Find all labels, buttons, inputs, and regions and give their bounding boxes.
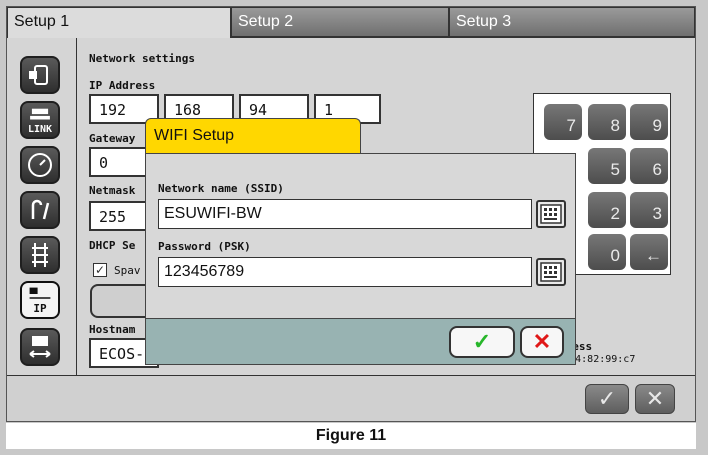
clock-icon xyxy=(28,153,52,177)
tab-setup-2[interactable]: Setup 2 xyxy=(231,7,449,37)
signal-icon xyxy=(31,199,50,220)
sidebar-item-signal[interactable] xyxy=(20,191,60,229)
sidebar-item-track[interactable] xyxy=(20,236,60,274)
keyboard-icon xyxy=(540,262,562,282)
gateway-octet-1[interactable]: 0 xyxy=(89,147,149,177)
keyboard-icon xyxy=(540,204,562,224)
dialog-footer: ✓ ✕ xyxy=(145,318,576,365)
keypad-key[interactable]: ← xyxy=(630,234,668,270)
track-icon xyxy=(32,243,48,267)
ip-label: IP xyxy=(33,301,47,315)
hostname-label: Hostnam xyxy=(89,323,136,336)
dialog-title: WIFI Setup xyxy=(145,118,361,154)
dhcp-checkbox[interactable]: ✓ xyxy=(93,263,107,277)
keypad-key[interactable]: 9 xyxy=(630,104,668,140)
ip-address-label: IP Address xyxy=(89,79,156,92)
psk-keyboard-button[interactable] xyxy=(536,258,566,286)
dialog-cancel-button[interactable]: ✕ xyxy=(520,326,564,358)
check-icon: ✓ xyxy=(597,386,617,411)
psk-input[interactable]: 123456789 xyxy=(158,257,532,287)
dhcp-checkbox-label: Spav xyxy=(114,264,141,277)
close-icon: ✕ xyxy=(645,386,665,411)
tab-setup-3[interactable]: Setup 3 xyxy=(449,7,695,37)
sidebar-item-clock[interactable] xyxy=(20,146,60,184)
bottom-bar: ✓ ✕ xyxy=(7,375,695,421)
sidebar-item-link[interactable]: LINK xyxy=(20,101,60,139)
link-label: LINK xyxy=(27,123,53,135)
ssid-input[interactable]: ESUWIFI-BW xyxy=(158,199,532,229)
sidebar: LINK IP xyxy=(7,38,77,375)
netmask-octet-1[interactable]: 255 xyxy=(89,201,149,231)
keypad-key[interactable]: 3 xyxy=(630,192,668,228)
keypad-key[interactable]: 8 xyxy=(588,104,626,140)
check-icon: ✓ xyxy=(472,329,492,354)
tab-label: Setup 2 xyxy=(238,13,294,30)
link-icon xyxy=(30,108,50,119)
close-icon: ✕ xyxy=(532,329,552,354)
keypad-key[interactable]: 6 xyxy=(630,148,668,184)
tab-setup-1[interactable]: Setup 1 xyxy=(7,7,231,38)
netmask-label: Netmask xyxy=(89,184,136,197)
gateway-label: Gateway xyxy=(89,132,136,145)
ssid-keyboard-button[interactable] xyxy=(536,200,566,228)
sidebar-item-transfer[interactable] xyxy=(20,328,60,366)
network-ip-icon xyxy=(29,287,51,299)
wifi-setup-dialog: WIFI Setup Network name (SSID) ESUWIFI-B… xyxy=(145,118,576,365)
tab-label: Setup 1 xyxy=(14,13,70,30)
tab-label: Setup 3 xyxy=(456,13,512,30)
section-title: Network settings xyxy=(89,52,195,65)
controller-icon xyxy=(29,65,48,85)
sidebar-item-network-ip[interactable]: IP xyxy=(20,281,60,319)
cancel-button[interactable]: ✕ xyxy=(635,384,675,414)
keypad-key[interactable]: 5 xyxy=(588,148,626,184)
screen: Setup 1 Setup 2 Setup 3 LINK IP Network … xyxy=(6,6,696,422)
transfer-icon xyxy=(29,336,51,358)
dialog-ok-button[interactable]: ✓ xyxy=(449,326,515,358)
dialog-body: Network name (SSID) ESUWIFI-BW Password … xyxy=(145,153,576,319)
sidebar-item-controller[interactable] xyxy=(20,56,60,94)
dhcp-label: DHCP Se xyxy=(89,239,136,252)
psk-label: Password (PSK) xyxy=(158,240,251,253)
ssid-label: Network name (SSID) xyxy=(158,182,284,195)
figure-caption: Figure 11 xyxy=(6,423,696,449)
keypad-key[interactable]: 2 xyxy=(588,192,626,228)
confirm-button[interactable]: ✓ xyxy=(585,384,629,414)
keypad-key[interactable]: 0 xyxy=(588,234,626,270)
